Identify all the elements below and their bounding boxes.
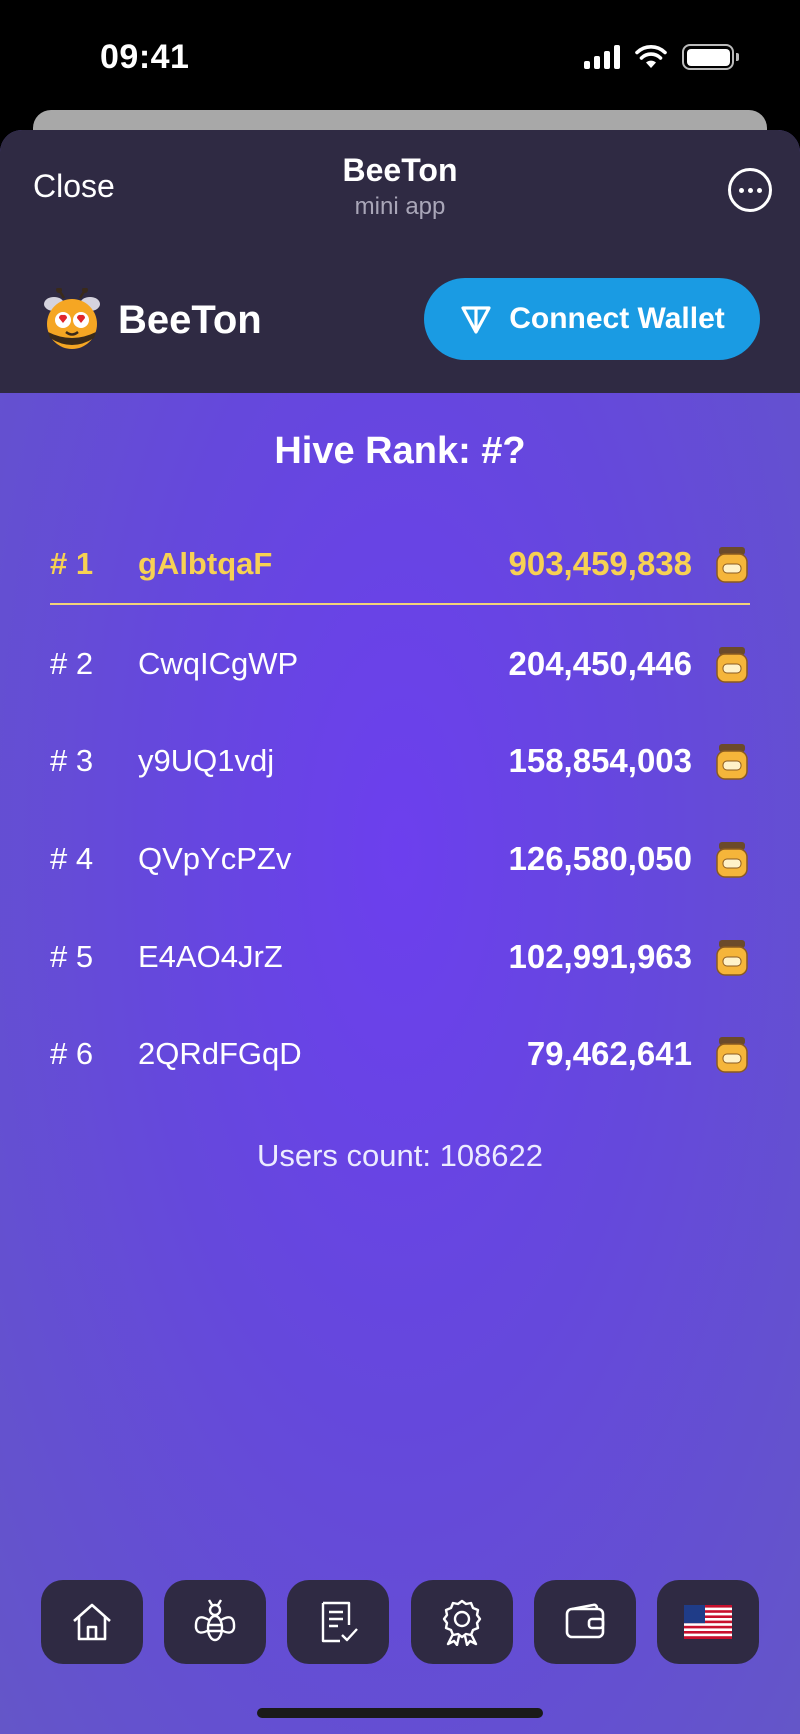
- honey-jar-icon: [716, 744, 748, 780]
- row-rank: # 1: [50, 546, 94, 581]
- home-indicator: [257, 1708, 543, 1718]
- app-header: Close BeeTon mini app BeeTon Connect Wal…: [0, 130, 800, 393]
- row-rank: # 5: [50, 939, 94, 974]
- status-icons: [584, 44, 739, 70]
- nav-rewards-button[interactable]: [410, 1580, 513, 1664]
- row-score: 903,459,838: [508, 545, 692, 582]
- honey-jar-icon: [716, 940, 748, 976]
- row-username: CwqICgWP: [138, 646, 299, 681]
- leaderboard-row: # 6 2QRdFGqD 79,462,641: [50, 1024, 750, 1084]
- cellular-signal-icon: [584, 45, 620, 69]
- us-flag-icon: [683, 1605, 732, 1639]
- leaderboard-row: # 1 gAlbtqaF 903,459,838: [50, 534, 750, 594]
- battery-icon: [682, 44, 739, 70]
- row-username: E4AO4JrZ: [138, 939, 283, 974]
- brand: BeeTon: [40, 288, 262, 352]
- row-username: y9UQ1vdj: [138, 743, 275, 778]
- bee-logo-icon: [44, 288, 100, 349]
- wifi-icon: [635, 45, 667, 68]
- row-username: 2QRdFGqD: [138, 1036, 302, 1071]
- connect-wallet-button[interactable]: Connect Wallet: [424, 278, 760, 360]
- row-username: gAlbtqaF: [138, 546, 273, 581]
- header-title-block: BeeTon mini app: [0, 152, 800, 221]
- bee-icon: [194, 1599, 236, 1642]
- honey-jar-icon: [716, 547, 748, 583]
- row-score: 126,580,050: [508, 840, 692, 877]
- leaderboard-row: # 4 QVpYcPZv 126,580,050: [50, 829, 750, 889]
- honey-jar-icon: [716, 1037, 748, 1073]
- row-score: 79,462,641: [526, 1035, 692, 1072]
- nav-language-button[interactable]: [656, 1580, 759, 1664]
- row-score: 102,991,963: [508, 938, 692, 975]
- nav-tasks-button[interactable]: [287, 1580, 390, 1664]
- row-rank: # 6: [50, 1036, 94, 1071]
- mini-app-sheet: Close BeeTon mini app BeeTon Connect Wal…: [0, 130, 800, 1734]
- row-rank: # 3: [50, 743, 94, 778]
- leaderboard-row: # 2 CwqICgWP 204,450,446: [50, 634, 750, 694]
- leader-divider: [50, 603, 750, 605]
- row-rank: # 4: [50, 841, 94, 876]
- header-title: BeeTon: [342, 152, 458, 188]
- leaderboard-row: # 5 E4AO4JrZ 102,991,963: [50, 927, 750, 987]
- users-count: Users count: 108622: [256, 1138, 544, 1173]
- hive-rank-title: Hive Rank: #?: [274, 430, 526, 472]
- status-time: 09:41: [100, 38, 190, 76]
- row-score: 158,854,003: [508, 742, 692, 779]
- wallet-icon: [565, 1603, 605, 1639]
- nav-bee-button[interactable]: [164, 1580, 267, 1664]
- row-rank: # 2: [50, 646, 94, 681]
- ton-icon: [461, 306, 491, 334]
- award-icon: [442, 1599, 481, 1646]
- header-subtitle: mini app: [354, 193, 446, 220]
- bottom-nav: [41, 1580, 759, 1664]
- status-bar: 09:41: [0, 0, 800, 112]
- tasks-icon: [322, 1601, 359, 1643]
- nav-home-button[interactable]: [41, 1580, 143, 1664]
- leaderboard-row: # 3 y9UQ1vdj 158,854,003: [50, 731, 750, 791]
- more-options-button[interactable]: [728, 168, 772, 212]
- nav-wallet-button[interactable]: [533, 1580, 636, 1664]
- home-icon: [73, 1603, 111, 1641]
- row-score: 204,450,446: [508, 645, 692, 682]
- honey-jar-icon: [716, 647, 748, 683]
- row-username: QVpYcPZv: [138, 841, 292, 876]
- connect-wallet-label: Connect Wallet: [509, 302, 725, 335]
- honey-jar-icon: [716, 842, 748, 878]
- brand-name: BeeTon: [118, 297, 262, 342]
